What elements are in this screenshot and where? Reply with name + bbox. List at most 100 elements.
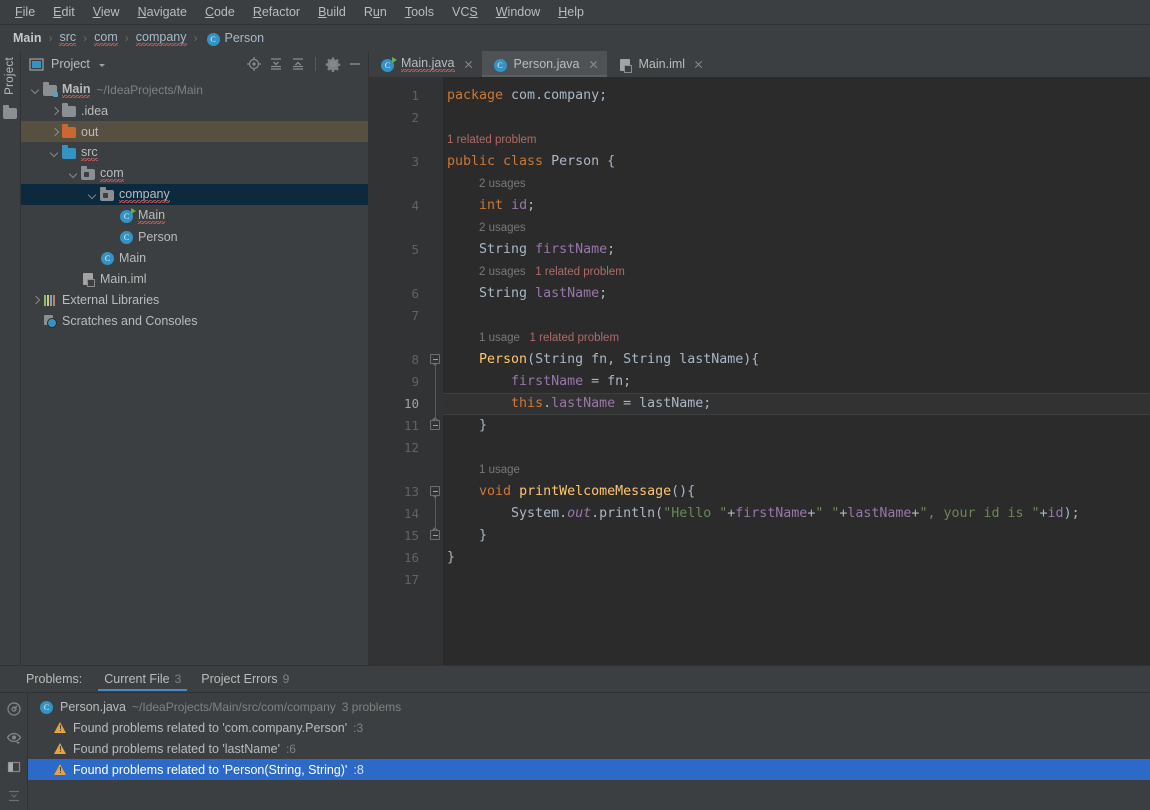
code-line[interactable]: String firstName; [443, 239, 1150, 261]
menu-item-window[interactable]: Window [487, 2, 549, 22]
layout-split-icon[interactable] [6, 759, 22, 775]
problems-tab-project-errors[interactable]: Project Errors 9 [191, 667, 299, 691]
menu-item-build[interactable]: Build [309, 2, 355, 22]
menu-item-refactor[interactable]: Refactor [244, 2, 309, 22]
tree-node--idea[interactable]: .idea [21, 100, 368, 121]
tree-node-main[interactable]: C Main [21, 205, 368, 226]
code-content[interactable]: package com.company; 1 related problem pu… [443, 77, 1150, 665]
chevron-right-icon[interactable] [29, 293, 42, 306]
breadcrumb-item-src[interactable]: src [56, 30, 79, 46]
menu-item-view[interactable]: View [84, 2, 129, 22]
tree-node-main-iml[interactable]: Main.iml [21, 268, 368, 289]
hide-icon[interactable] [347, 56, 363, 72]
code-line[interactable]: Person(String fn, String lastName){ [443, 349, 1150, 371]
fold-end-icon[interactable] [430, 527, 441, 541]
breadcrumb-item-company[interactable]: company [133, 30, 190, 46]
inspect-eye-icon[interactable] [6, 730, 22, 746]
menu-item-tools[interactable]: Tools [396, 2, 443, 22]
fold-start-icon[interactable] [430, 354, 441, 366]
usage-hint[interactable]: 1 usage [479, 464, 520, 476]
related-problem-hint[interactable]: 1 related problem [535, 266, 625, 278]
code-line[interactable]: firstName = fn; [443, 371, 1150, 393]
locate-icon[interactable] [246, 56, 262, 72]
problem-row[interactable]: Found problems related to 'com.company.P… [28, 717, 1150, 738]
usage-hint[interactable]: 2 usages [479, 266, 526, 278]
tree-node-person[interactable]: C Person [21, 226, 368, 247]
chevron-down-icon[interactable] [86, 188, 99, 201]
tree-node-external-libraries[interactable]: External Libraries [21, 289, 368, 310]
tree-node-company[interactable]: company [21, 184, 368, 205]
breadcrumb-item-person[interactable]: C Person [202, 31, 268, 46]
inlay-hint[interactable]: 2 usages 1 related problem [443, 261, 1150, 283]
chevron-right-icon[interactable] [48, 125, 61, 138]
code-line[interactable]: } [443, 547, 1150, 569]
chevron-down-icon[interactable] [96, 58, 112, 70]
usage-hint[interactable]: 2 usages [479, 222, 526, 234]
code-line[interactable] [443, 107, 1150, 129]
menu-item-edit[interactable]: Edit [44, 2, 84, 22]
code-line[interactable] [443, 305, 1150, 327]
editor-tabs[interactable]: C Main.java C Person.java Main.iml [369, 51, 1150, 77]
code-line[interactable] [443, 437, 1150, 459]
inlay-hint[interactable]: 1 usage [443, 459, 1150, 481]
editor-tab-main-iml[interactable]: Main.iml [607, 51, 713, 77]
usage-hint[interactable] [520, 332, 530, 344]
problem-row[interactable]: Found problems related to 'Person(String… [28, 759, 1150, 780]
code-line[interactable]: void printWelcomeMessage(){ [443, 481, 1150, 503]
menu-item-navigate[interactable]: Navigate [129, 2, 196, 22]
breadcrumb-item-main[interactable]: Main [10, 31, 44, 45]
menu-item-run[interactable]: Run [355, 2, 396, 22]
code-line[interactable]: package com.company; [443, 85, 1150, 107]
code-line[interactable]: System.out.println("Hello "+firstName+" … [443, 503, 1150, 525]
usage-hint[interactable]: 2 usages [479, 178, 526, 190]
code-line[interactable]: } [443, 525, 1150, 547]
tree-node-com[interactable]: com [21, 163, 368, 184]
editor-tab-main-java[interactable]: C Main.java [369, 51, 482, 77]
fold-end-icon[interactable] [430, 417, 441, 431]
problems-list[interactable]: C Person.java ~/IdeaProjects/Main/src/com/… [28, 693, 1150, 810]
inlay-hint[interactable]: 2 usages [443, 217, 1150, 239]
problems-tab-current-file[interactable]: Current File 3 [94, 667, 191, 691]
sort-icon[interactable] [6, 788, 22, 804]
usage-hint[interactable]: 1 usage [479, 332, 520, 344]
inlay-hint[interactable]: 1 usage 1 related problem [443, 327, 1150, 349]
editor-tab-person-java[interactable]: C Person.java [481, 51, 607, 77]
inlay-hint[interactable]: 2 usages [443, 173, 1150, 195]
chevron-right-icon[interactable] [48, 104, 61, 117]
chevron-down-icon[interactable] [48, 146, 61, 159]
menu-item-help[interactable]: Help [549, 2, 593, 22]
code-line[interactable]: String lastName; [443, 283, 1150, 305]
problem-row[interactable]: Found problems related to 'lastName':6 [28, 738, 1150, 759]
close-icon[interactable] [463, 59, 474, 70]
tree-node-scratches-and-consoles[interactable]: Scratches and Consoles [21, 310, 368, 331]
settings-icon[interactable] [325, 56, 341, 73]
project-tree[interactable]: Main ~/IdeaProjects/Main .idea out src com com… [21, 77, 368, 665]
related-problem-hint[interactable]: 1 related problem [447, 134, 537, 146]
collapse-all-icon[interactable] [290, 56, 306, 72]
menu-item-code[interactable]: Code [196, 2, 244, 22]
code-line[interactable]: int id; [443, 195, 1150, 217]
menu-item-vcs[interactable]: VCS [443, 2, 487, 22]
close-icon[interactable] [693, 59, 704, 70]
tree-node-main[interactable]: Main ~/IdeaProjects/Main [21, 79, 368, 100]
code-line[interactable]: this.lastName = lastName; [443, 393, 1150, 415]
code-line[interactable]: public class Person { [443, 151, 1150, 173]
code-line[interactable]: } [443, 415, 1150, 437]
tree-node-out[interactable]: out [21, 121, 368, 142]
expand-all-icon[interactable] [268, 56, 284, 72]
usage-hint[interactable] [526, 266, 536, 278]
code-line[interactable] [443, 569, 1150, 591]
chevron-down-icon[interactable] [67, 167, 80, 180]
related-problem-hint[interactable]: 1 related problem [530, 332, 620, 344]
tree-node-src[interactable]: src [21, 142, 368, 163]
fold-column[interactable] [427, 77, 443, 665]
close-icon[interactable] [588, 59, 599, 70]
inlay-hint[interactable]: 1 related problem [443, 129, 1150, 151]
tree-node-main[interactable]: C Main [21, 247, 368, 268]
problems-file-row[interactable]: C Person.java ~/IdeaProjects/Main/src/com/… [28, 696, 1150, 717]
fold-start-icon[interactable] [430, 486, 441, 498]
analyze-icon[interactable] [6, 701, 22, 717]
project-tool-tab[interactable]: Project [4, 57, 16, 95]
menu-item-file[interactable]: File [6, 2, 44, 22]
code-editor[interactable]: 1 2 3 4 5 6 7 8 9 10 11 12 13 14 15 16 17 package com.co… [369, 77, 1150, 665]
